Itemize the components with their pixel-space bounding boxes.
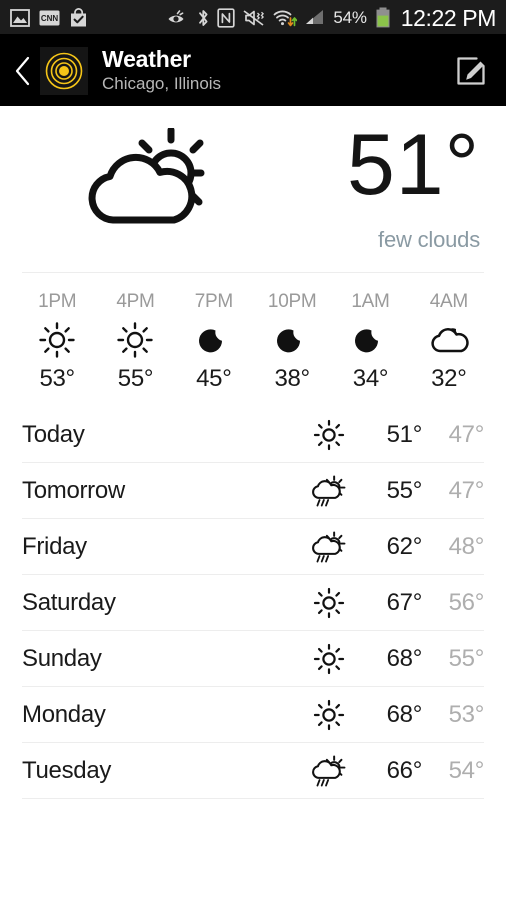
hourly-item[interactable]: 1PM 53°	[18, 291, 96, 393]
rain-sun-shower-icon	[298, 473, 360, 509]
moon-icon	[350, 319, 390, 361]
hour-label: 4AM	[429, 291, 468, 312]
status-bar-notification-icons: CNN	[10, 8, 88, 28]
day-high-temp: 67°	[386, 588, 423, 616]
app-header: Weather Chicago, Illinois	[0, 36, 506, 106]
day-label: Friday	[22, 532, 87, 560]
sun-icon	[298, 418, 360, 452]
table-row[interactable]: Saturday 67° 56°	[22, 575, 484, 631]
rain-sun-shower-icon	[298, 529, 360, 565]
table-row[interactable]: Monday 68° 53°	[22, 687, 484, 743]
hourly-item[interactable]: 10PM 38°	[253, 291, 331, 393]
status-bar: CNN 54% 12:22 PM	[0, 0, 506, 36]
table-row[interactable]: Today 51° 47°	[22, 407, 484, 463]
current-condition-text: few clouds	[378, 226, 480, 252]
edit-compose-icon[interactable]	[448, 48, 494, 94]
day-low-temp: 47°	[448, 476, 485, 504]
hour-label: 1AM	[351, 291, 390, 312]
day-label: Today	[22, 420, 85, 448]
hour-label: 1PM	[38, 291, 77, 312]
sun-icon	[298, 698, 360, 732]
play-store-bag-icon	[69, 8, 88, 28]
weather-target-icon[interactable]	[40, 47, 88, 95]
smart-stay-eye-icon	[166, 9, 190, 27]
cnn-news-icon: CNN	[39, 9, 60, 27]
table-row[interactable]: Sunday 68° 55°	[22, 631, 484, 687]
daily-forecast-list: Today 51° 47° Tomorrow 55° 47° Friday 62…	[0, 407, 506, 799]
partly-cloudy-day-icon	[0, 128, 290, 250]
hour-temperature: 32°	[431, 365, 467, 392]
day-low-temp: 53°	[448, 700, 485, 728]
battery-icon	[374, 7, 392, 29]
sound-mute-vibrate-icon	[242, 8, 266, 28]
sun-icon	[115, 319, 155, 361]
hour-temperature: 34°	[352, 365, 389, 392]
sun-icon	[298, 642, 360, 676]
back-chevron-icon[interactable]	[8, 49, 38, 93]
day-low-temp: 48°	[448, 532, 485, 560]
hour-temperature: 53°	[39, 365, 75, 392]
day-high-temp: 55°	[386, 476, 423, 504]
location-subtitle: Chicago, Illinois	[102, 74, 222, 94]
day-low-temp: 55°	[448, 644, 485, 672]
cellular-signal-icon	[304, 9, 326, 27]
hour-temperature: 55°	[117, 365, 154, 392]
hourly-item[interactable]: 4PM 55°	[96, 291, 174, 393]
day-low-temp: 56°	[448, 588, 485, 616]
cloudy-night-icon	[427, 319, 471, 361]
day-high-temp: 68°	[386, 644, 423, 672]
current-conditions: 51° few clouds	[0, 106, 506, 272]
current-readout: 51° few clouds	[290, 117, 480, 253]
hour-temperature: 45°	[196, 365, 232, 392]
hour-label: 10PM	[267, 291, 317, 312]
day-high-temp: 62°	[386, 532, 423, 560]
day-high-temp: 66°	[386, 756, 423, 784]
day-label: Tomorrow	[22, 476, 125, 504]
day-label: Saturday	[22, 588, 116, 616]
day-high-temp: 51°	[386, 420, 423, 448]
bluetooth-icon	[197, 8, 210, 28]
day-low-temp: 54°	[448, 756, 485, 784]
status-bar-clock: 12:22 PM	[400, 4, 497, 31]
day-label: Sunday	[22, 644, 102, 672]
moon-icon	[272, 319, 312, 361]
status-bar-system-icons: 54% 12:22 PM	[166, 5, 498, 32]
hour-label: 4PM	[116, 291, 155, 312]
day-low-temp: 47°	[448, 420, 485, 448]
day-label: Monday	[22, 700, 106, 728]
header-titles: Weather Chicago, Illinois	[102, 47, 448, 94]
battery-percentage: 54%	[333, 8, 367, 27]
sun-icon	[37, 319, 77, 361]
hourly-forecast: 1PM 53° 4PM 55° 7PM 45° 10PM 38° 1AM 34°…	[0, 273, 506, 407]
gallery-image-icon	[10, 9, 30, 27]
table-row[interactable]: Tomorrow 55° 47°	[22, 463, 484, 519]
hour-temperature: 38°	[274, 365, 310, 392]
nfc-icon	[217, 8, 235, 28]
page-title: Weather	[102, 46, 191, 73]
table-row[interactable]: Tuesday 66° 54°	[22, 743, 484, 799]
hourly-item[interactable]: 1AM 34°	[331, 291, 409, 393]
moon-icon	[194, 319, 234, 361]
hour-label: 7PM	[194, 291, 233, 312]
wifi-data-transfer-icon	[273, 8, 298, 28]
table-row[interactable]: Friday 62° 48°	[22, 519, 484, 575]
sun-icon	[298, 586, 360, 620]
day-high-temp: 68°	[386, 700, 423, 728]
day-label: Tuesday	[22, 756, 112, 784]
hourly-item[interactable]: 4AM 32°	[410, 291, 488, 393]
hourly-item[interactable]: 7PM 45°	[175, 291, 253, 393]
svg-text:CNN: CNN	[41, 14, 59, 23]
rain-sun-shower-icon	[298, 753, 360, 789]
current-temperature: 51°	[346, 117, 480, 214]
